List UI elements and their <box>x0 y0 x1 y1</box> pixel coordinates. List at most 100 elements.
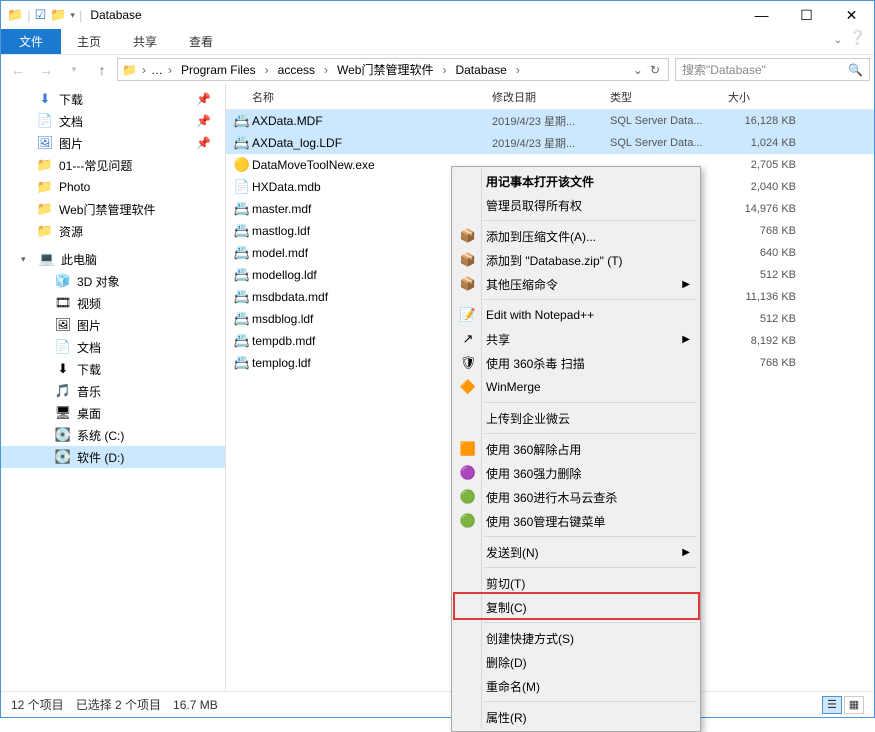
breadcrumb-arrow[interactable]: › <box>263 63 271 77</box>
context-menu-item[interactable]: 🟢使用 360进行木马云查杀 <box>454 485 698 509</box>
column-date[interactable]: 修改日期 <box>492 85 610 109</box>
file-row[interactable]: 📇AXData_log.LDF2019/4/23 星期...SQL Server… <box>226 132 874 154</box>
context-menu-item[interactable]: 创建快捷方式(S) <box>454 626 698 650</box>
view-icons-button[interactable]: ▦ <box>844 696 864 714</box>
sidebar-item[interactable]: ⬇下载📌 <box>1 88 225 110</box>
context-menu-item[interactable]: 🟣使用 360强力删除 <box>454 461 698 485</box>
column-name[interactable]: 名称 <box>252 85 492 109</box>
address-bar[interactable]: 📁 › … › Program Files › access › Web门禁管理… <box>117 58 669 81</box>
file-name: AXData.MDF <box>252 114 492 128</box>
forward-button[interactable]: → <box>33 58 59 82</box>
context-menu-item[interactable]: ↗共享▶ <box>454 327 698 351</box>
file-size: 512 KB <box>728 313 808 325</box>
context-menu-item[interactable]: 📦添加到 "Database.zip" (T) <box>454 248 698 272</box>
context-menu-item[interactable]: 用记事本打开该文件 <box>454 169 698 193</box>
maximize-button[interactable]: ☐ <box>784 1 829 29</box>
menu-view[interactable]: 查看 <box>173 29 229 54</box>
context-menu-item[interactable]: 删除(D) <box>454 650 698 674</box>
sidebar-item[interactable]: ⬇下载 <box>1 358 225 380</box>
sidebar-this-pc[interactable]: ▾ 💻 此电脑 <box>1 248 225 270</box>
sidebar-item-icon: 📁 <box>37 179 53 195</box>
sidebar: ⬇下载📌📄文档📌🖼图片📌📁01---常见问题📁Photo📁Web门禁管理软件📁资… <box>1 84 226 691</box>
context-menu-item[interactable]: 发送到(N)▶ <box>454 540 698 564</box>
context-menu-item[interactable]: 上传到企业微云 <box>454 406 698 430</box>
breadcrumb[interactable]: Program Files <box>177 61 260 79</box>
dropdown-icon[interactable]: ▾ <box>70 10 75 21</box>
search-input[interactable]: 搜索"Database" 🔍 <box>675 58 870 81</box>
context-menu-item[interactable]: 剪切(T) <box>454 571 698 595</box>
search-icon[interactable]: 🔍 <box>848 63 863 77</box>
context-menu-item[interactable]: 🛡使用 360杀毒 扫描 <box>454 351 698 375</box>
sidebar-item[interactable]: 💽软件 (D:) <box>1 446 225 468</box>
breadcrumb[interactable]: access <box>274 61 319 79</box>
context-menu-item[interactable]: 📦添加到压缩文件(A)... <box>454 224 698 248</box>
context-item-label: 重命名(M) <box>482 678 698 695</box>
file-size: 2,040 KB <box>728 181 808 193</box>
sidebar-item-label: 此电脑 <box>61 251 97 268</box>
refresh-icon[interactable]: ↻ <box>646 63 664 77</box>
sidebar-item[interactable]: 🖼图片📌 <box>1 132 225 154</box>
sidebar-item-icon: 📁 <box>37 157 53 173</box>
breadcrumb[interactable]: Web门禁管理软件 <box>333 59 437 80</box>
address-dropdown-icon[interactable]: ⌄ <box>633 63 643 77</box>
context-menu-item[interactable]: 🟧使用 360解除占用 <box>454 437 698 461</box>
sidebar-item[interactable]: 💽系统 (C:) <box>1 424 225 446</box>
file-icon: 🟡 <box>232 157 252 173</box>
context-menu-item[interactable]: 重命名(M) <box>454 674 698 698</box>
file-date: 2019/4/23 星期... <box>492 135 610 151</box>
back-button[interactable]: ← <box>5 58 31 82</box>
context-menu-item[interactable]: 📦其他压缩命令▶ <box>454 272 698 296</box>
context-item-icon: 🟣 <box>454 465 482 481</box>
sidebar-item[interactable]: 📄文档📌 <box>1 110 225 132</box>
checkmark-icon[interactable]: ☑ <box>35 7 47 23</box>
sidebar-item-icon: 🧊 <box>55 273 71 289</box>
context-menu-item[interactable]: 🟢使用 360管理右键菜单 <box>454 509 698 533</box>
view-toggle: ☰ ▦ <box>822 696 864 714</box>
up-button[interactable]: ↑ <box>89 58 115 82</box>
file-icon: 📇 <box>232 333 252 349</box>
sidebar-item[interactable]: 🎵音乐 <box>1 380 225 402</box>
sidebar-item[interactable]: 🧊3D 对象 <box>1 270 225 292</box>
context-item-label: 使用 360强力删除 <box>482 465 698 482</box>
sidebar-item[interactable]: 📄文档 <box>1 336 225 358</box>
context-item-icon: 🟢 <box>454 513 482 529</box>
minimize-button[interactable]: — <box>739 1 784 29</box>
sidebar-item[interactable]: 📁Web门禁管理软件 <box>1 198 225 220</box>
menu-share[interactable]: 共享 <box>117 29 173 54</box>
sidebar-item[interactable]: 📁Photo <box>1 176 225 198</box>
pin-icon: 📌 <box>196 136 211 150</box>
chevron-down-icon[interactable]: ▾ <box>21 254 33 265</box>
context-item-label: 使用 360管理右键菜单 <box>482 513 698 530</box>
breadcrumb[interactable]: Database <box>451 61 510 79</box>
sidebar-item[interactable]: 🖼图片 <box>1 314 225 336</box>
breadcrumb-arrow[interactable]: › <box>166 63 174 77</box>
breadcrumb-ellipsis[interactable]: … <box>151 63 163 77</box>
file-row[interactable]: 📇AXData.MDF2019/4/23 星期...SQL Server Dat… <box>226 110 874 132</box>
context-item-icon: 📦 <box>454 228 482 244</box>
context-menu-item[interactable]: 复制(C) <box>454 595 698 619</box>
context-menu-item[interactable]: 属性(R) <box>454 705 698 729</box>
help-icon[interactable]: ❔ <box>849 29 866 46</box>
sidebar-item[interactable]: 🎞视频 <box>1 292 225 314</box>
sidebar-item[interactable]: 📁资源 <box>1 220 225 242</box>
menu-file[interactable]: 文件 <box>1 29 61 54</box>
ribbon-expand-icon[interactable]: ⌄ <box>834 35 842 46</box>
breadcrumb-arrow[interactable]: › <box>514 63 522 77</box>
column-size[interactable]: 大小 <box>728 85 874 109</box>
column-type[interactable]: 类型 <box>610 85 728 109</box>
sidebar-item[interactable]: 📁01---常见问题 <box>1 154 225 176</box>
view-details-button[interactable]: ☰ <box>822 696 842 714</box>
breadcrumb-arrow[interactable]: › <box>322 63 330 77</box>
context-menu-item[interactable]: 📝Edit with Notepad++ <box>454 303 698 327</box>
context-menu-item[interactable]: 管理员取得所有权 <box>454 193 698 217</box>
submenu-arrow-icon: ▶ <box>682 279 698 290</box>
close-button[interactable]: ✕ <box>829 1 874 29</box>
recent-dropdown[interactable]: ▾ <box>61 58 87 82</box>
breadcrumb-arrow[interactable]: › <box>140 63 148 77</box>
context-menu-item[interactable]: 🔶WinMerge <box>454 375 698 399</box>
sidebar-item[interactable]: 🖥桌面 <box>1 402 225 424</box>
breadcrumb-arrow[interactable]: › <box>440 63 448 77</box>
sidebar-item-label: 桌面 <box>77 405 101 422</box>
menu-home[interactable]: 主页 <box>61 29 117 54</box>
file-size: 14,976 KB <box>728 203 808 215</box>
